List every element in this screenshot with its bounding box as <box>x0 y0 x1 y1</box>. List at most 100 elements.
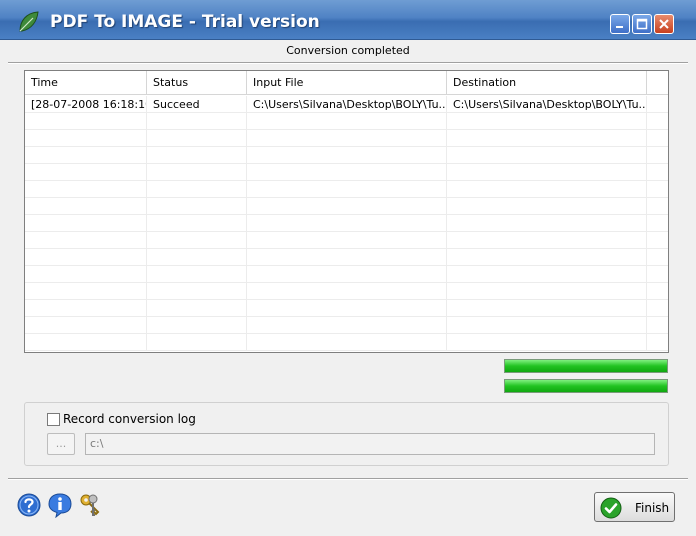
table-cell <box>647 130 668 147</box>
column-header-input-file[interactable]: Input File <box>247 71 447 95</box>
table-cell <box>647 300 668 317</box>
table-cell <box>25 334 147 351</box>
table-cell <box>647 317 668 334</box>
table-cell <box>147 249 247 266</box>
table-cell <box>147 334 247 351</box>
table-cell <box>447 198 647 215</box>
maximize-icon <box>636 18 648 30</box>
table-cell <box>447 317 647 334</box>
table-row[interactable] <box>25 198 668 215</box>
table-cell <box>647 164 668 181</box>
table-cell <box>447 164 647 181</box>
table-cell <box>247 232 447 249</box>
table-cell: C:\Users\Silvana\Desktop\BOLY\Tu... <box>447 96 647 113</box>
table-cell <box>25 266 147 283</box>
table-cell <box>25 215 147 232</box>
table-cell <box>247 130 447 147</box>
browse-log-button[interactable]: ... <box>47 433 75 455</box>
table-cell <box>25 317 147 334</box>
table-cell <box>147 266 247 283</box>
finish-button[interactable]: Finish <box>594 492 675 522</box>
table-row[interactable] <box>25 283 668 300</box>
info-icon[interactable] <box>47 492 73 518</box>
table-cell <box>647 334 668 351</box>
table-cell <box>647 232 668 249</box>
table-cell <box>447 266 647 283</box>
table-cell <box>647 198 668 215</box>
table-header: Time Status Input File Destination <box>25 71 668 95</box>
table-cell <box>647 181 668 198</box>
column-header-status[interactable]: Status <box>147 71 247 95</box>
checkmark-icon <box>600 497 622 519</box>
table-cell <box>25 130 147 147</box>
table-cell <box>25 300 147 317</box>
table-cell: [28-07-2008 16:18:10] <box>25 96 147 113</box>
table-cell <box>247 198 447 215</box>
table-row[interactable]: [28-07-2008 16:18:10] Succeed C:\Users\Sil… <box>25 96 668 113</box>
table-cell <box>247 300 447 317</box>
table-cell <box>447 147 647 164</box>
minimize-button[interactable] <box>610 14 630 34</box>
progress-bar-file <box>504 359 668 373</box>
minimize-icon <box>616 26 623 28</box>
table-cell <box>247 113 447 130</box>
table-cell <box>147 198 247 215</box>
table-cell <box>447 215 647 232</box>
column-header-time[interactable]: Time <box>25 71 147 95</box>
table-cell <box>447 249 647 266</box>
table-row[interactable] <box>25 181 668 198</box>
table-cell <box>647 266 668 283</box>
table-row[interactable] <box>25 113 668 130</box>
progress-fill <box>505 360 667 372</box>
log-settings-group: Record conversion log ... c:\ <box>24 402 669 466</box>
record-log-label[interactable]: Record conversion log <box>63 412 196 426</box>
table-cell <box>147 317 247 334</box>
table-cell <box>25 198 147 215</box>
table-cell: C:\Users\Silvana\Desktop\BOLY\Tu... <box>247 96 447 113</box>
table-cell <box>447 113 647 130</box>
table-row[interactable] <box>25 164 668 181</box>
table-row[interactable] <box>25 300 668 317</box>
progress-bar-total <box>504 379 668 393</box>
table-row[interactable] <box>25 130 668 147</box>
table-cell <box>147 300 247 317</box>
results-table[interactable]: Time Status Input File Destination [28-0… <box>24 70 669 353</box>
maximize-button[interactable] <box>632 14 652 34</box>
table-cell <box>147 181 247 198</box>
column-header-destination[interactable]: Destination <box>447 71 647 95</box>
table-cell <box>247 181 447 198</box>
close-button[interactable] <box>654 14 674 34</box>
table-cell <box>647 96 668 113</box>
table-cell <box>447 300 647 317</box>
table-cell <box>247 147 447 164</box>
table-cell <box>647 113 668 130</box>
table-row[interactable] <box>25 147 668 164</box>
keys-icon[interactable] <box>78 492 104 518</box>
table-row[interactable] <box>25 215 668 232</box>
table-cell <box>25 283 147 300</box>
table-cell <box>247 266 447 283</box>
table-cell <box>147 283 247 300</box>
table-cell <box>647 215 668 232</box>
table-cell <box>447 130 647 147</box>
record-log-checkbox[interactable] <box>47 413 60 426</box>
column-header-spacer <box>647 71 668 95</box>
table-cell <box>447 181 647 198</box>
log-path-field[interactable]: c:\ <box>85 433 655 455</box>
conversion-status: Conversion completed <box>286 44 410 57</box>
table-cell <box>25 113 147 130</box>
table-row[interactable] <box>25 317 668 334</box>
progress-fill <box>505 380 667 392</box>
table-cell <box>247 249 447 266</box>
table-cell <box>25 164 147 181</box>
table-row[interactable] <box>25 249 668 266</box>
table-cell <box>147 164 247 181</box>
help-icon[interactable] <box>16 492 42 518</box>
table-cell <box>147 232 247 249</box>
table-cell <box>247 215 447 232</box>
table-row[interactable] <box>25 266 668 283</box>
table-row[interactable] <box>25 232 668 249</box>
table-row[interactable] <box>25 334 668 351</box>
divider <box>8 62 688 64</box>
table-cell <box>25 232 147 249</box>
